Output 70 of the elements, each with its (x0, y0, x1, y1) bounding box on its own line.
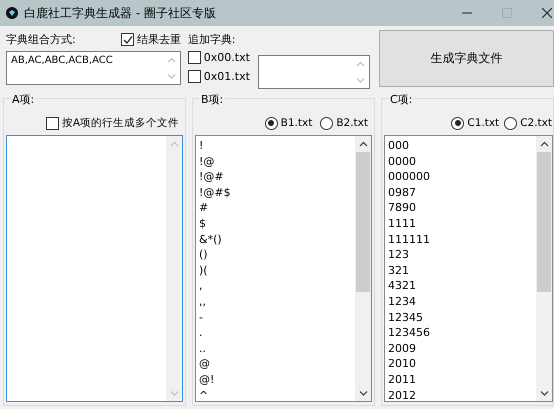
radio-label: B2.txt (336, 117, 368, 129)
maximize-icon (502, 8, 512, 18)
list-item[interactable]: !@# (199, 169, 352, 185)
list-item[interactable]: 0000 (388, 154, 533, 170)
list-item[interactable]: ^ (199, 388, 352, 401)
append-field[interactable] (258, 55, 370, 89)
list-item[interactable]: # (199, 200, 352, 216)
checkbox-label: 0x01.txt (204, 70, 250, 83)
group-title: B项: (199, 92, 226, 107)
list-item[interactable]: 2010 (388, 356, 533, 372)
list-item[interactable]: @! (199, 372, 352, 388)
list-item[interactable]: . (199, 325, 352, 341)
list-item[interactable]: 123456 (388, 325, 533, 341)
radio-label: C2.txt (520, 117, 552, 129)
checkbox[interactable] (120, 33, 134, 46)
list-item[interactable]: $ (199, 216, 352, 232)
list-item[interactable]: @ (199, 356, 352, 372)
scrollbar[interactable] (166, 136, 182, 401)
checkbox[interactable] (188, 51, 201, 64)
checkbox-label: 0x00.txt (204, 51, 250, 64)
scrollbar-thumb[interactable] (537, 152, 551, 292)
list-item[interactable]: )( (199, 262, 352, 278)
radio-label: C1.txt (467, 117, 500, 129)
close-icon (542, 8, 552, 18)
list-item[interactable]: 111111 (388, 232, 533, 248)
radio-label: B1.txt (280, 117, 312, 129)
radio-button[interactable] (504, 116, 518, 130)
list-item[interactable]: 000000 (388, 169, 533, 185)
field-label: 追加字典: (188, 32, 237, 48)
radio-button[interactable] (451, 116, 464, 130)
list-item[interactable]: !@ (199, 154, 352, 170)
window-title: 白鹿社工字典生成器 - 圈子社区专版 (24, 4, 216, 22)
list-item[interactable]: !@#$ (199, 184, 352, 200)
list-item[interactable]: ,, (199, 294, 352, 310)
group-title: C项: (388, 92, 414, 107)
scrollbar-thumb[interactable] (356, 152, 370, 292)
list-item[interactable]: 000 (388, 138, 533, 154)
radio-button[interactable] (264, 116, 278, 130)
list-item[interactable]: ! (199, 138, 352, 154)
group-title: A项: (10, 92, 36, 107)
field-label: 字典组合方式: (6, 32, 76, 48)
checkmark-icon (122, 34, 134, 45)
app-icon (6, 7, 18, 19)
checkbox[interactable] (46, 116, 59, 130)
list-item[interactable]: 4321 (388, 278, 533, 294)
list-item[interactable]: 7890 (388, 200, 533, 216)
list-item[interactable]: 1234 (388, 294, 533, 310)
scrollbar[interactable] (355, 136, 371, 401)
checkbox[interactable] (188, 70, 201, 83)
list-item[interactable]: , (199, 278, 352, 294)
combination-field[interactable]: AB,AC,ABC,ACB,ACC (6, 51, 181, 85)
list-item[interactable]: 12345 (388, 310, 533, 326)
list-item[interactable]: 2011 (388, 372, 533, 388)
list-item[interactable]: &*() (199, 232, 352, 248)
scrollbar[interactable] (536, 136, 552, 401)
list-box[interactable]: ! !@ !@# !@#$ # $ &*() () )( , ,, - . .. @ @! ^ (195, 135, 372, 402)
list-box[interactable]: 000 0000 000000 0987 7890 1111 111111 123 321 4321 1234 12345 123456 2009 2010 2011 2012 (384, 135, 553, 402)
generate-button[interactable]: 生成字典文件 (378, 30, 554, 87)
list-item[interactable]: 123 (388, 247, 533, 263)
list-item[interactable]: .. (199, 340, 352, 356)
list-item[interactable]: 2012 (388, 388, 533, 401)
radio-button[interactable] (320, 116, 334, 130)
list-item[interactable]: 0987 (388, 184, 533, 200)
list-item[interactable]: 2009 (388, 340, 533, 356)
list-item[interactable]: - (199, 310, 352, 326)
list-item[interactable]: () (199, 247, 352, 263)
checkbox-label: 按A项的行生成多个文件 (62, 116, 179, 130)
checkbox-label: 结果去重 (136, 32, 181, 47)
list-item[interactable]: 1111 (388, 216, 533, 232)
list-item[interactable]: 321 (388, 262, 533, 278)
